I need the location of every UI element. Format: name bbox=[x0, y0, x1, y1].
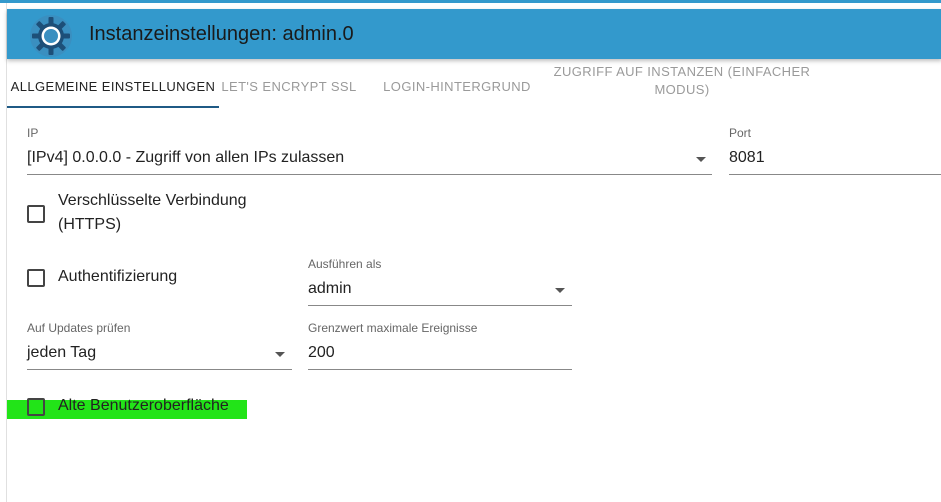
active-tab-indicator bbox=[7, 106, 219, 108]
old-ui-checkbox[interactable] bbox=[27, 398, 45, 416]
port-input[interactable]: 8081 bbox=[729, 149, 765, 167]
max-events-underline bbox=[308, 369, 572, 370]
port-underline bbox=[729, 174, 941, 175]
updates-label: Auf Updates prüfen bbox=[27, 321, 131, 335]
authentication-checkbox[interactable] bbox=[27, 269, 45, 287]
old-ui-checkbox-label: Alte Benutzeroberfläche bbox=[58, 397, 229, 414]
port-label: Port bbox=[729, 126, 752, 140]
ip-select-underline bbox=[27, 174, 712, 175]
updates-underline bbox=[27, 369, 292, 370]
tab-instance-access[interactable]: ZUGRIFF AUF INSTANZEN (EINFACHER MODUS) bbox=[547, 59, 817, 103]
dialog-title: Instanzeinstellungen: admin.0 bbox=[89, 23, 354, 45]
ip-label: IP bbox=[27, 126, 39, 140]
settings-tabs: ALLGEMEINE EINSTELLUNGEN LET'S ENCRYPT S… bbox=[7, 64, 941, 109]
https-checkbox-label: Verschlüsselte Verbindung (HTTPS) bbox=[58, 192, 247, 233]
tab-general-settings[interactable]: ALLGEMEINE EINSTELLUNGEN bbox=[7, 65, 219, 109]
tab-login-background[interactable]: LOGIN-HINTERGRUND bbox=[377, 65, 537, 109]
chevron-down-icon[interactable] bbox=[275, 352, 285, 357]
instance-settings-dialog: Instanzeinstellungen: admin.0 ALLGEMEINE… bbox=[6, 3, 941, 502]
run-as-select-value[interactable]: admin bbox=[308, 280, 352, 298]
updates-select-value[interactable]: jeden Tag bbox=[27, 344, 96, 362]
ip-select-value[interactable]: [IPv4] 0.0.0.0 - Zugriff von allen IPs z… bbox=[27, 149, 344, 167]
chevron-down-icon[interactable] bbox=[555, 288, 565, 293]
chevron-down-icon[interactable] bbox=[696, 157, 706, 162]
run-as-label: Ausführen als bbox=[308, 257, 382, 271]
https-checkbox[interactable] bbox=[27, 205, 45, 223]
tab-lets-encrypt[interactable]: LET'S ENCRYPT SSL bbox=[219, 65, 359, 109]
max-events-input[interactable]: 200 bbox=[308, 344, 335, 362]
authentication-checkbox-label: Authentifizierung bbox=[58, 268, 178, 285]
run-as-underline bbox=[308, 305, 572, 306]
gear-icon bbox=[30, 15, 72, 57]
max-events-label: Grenzwert maximale Ereignisse bbox=[308, 321, 478, 335]
dialog-header: Instanzeinstellungen: admin.0 bbox=[7, 9, 941, 59]
